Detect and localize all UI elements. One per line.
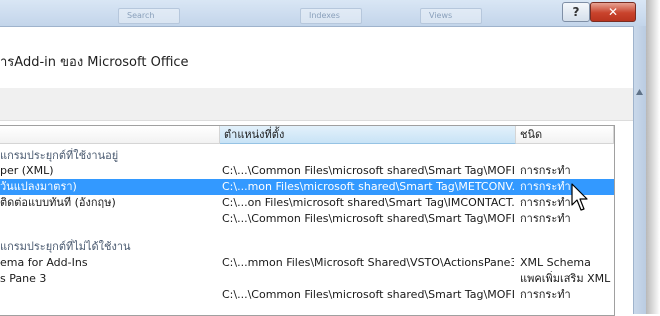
list-item-selected[interactable]: วันแปลงมาตรา) C:\...mon Files\microsoft … xyxy=(0,179,614,195)
dialog-content: ารAdd-in ของ Microsoft Office ตำแหน่งที่… xyxy=(0,27,633,316)
close-button[interactable]: ✕ xyxy=(590,2,636,22)
addin-name xyxy=(0,211,218,227)
addin-type: การกระทำ xyxy=(520,196,571,209)
addin-location: C:\...on Files\microsoft shared\Smart Ta… xyxy=(222,196,514,209)
column-header-location[interactable]: ตำแหน่งที่ตั้ง xyxy=(220,126,516,144)
scroll-up-arrow-icon[interactable] xyxy=(636,89,643,95)
group-label: แกรมประยุกต์ที่ไม่ได้ใช้งาน xyxy=(0,240,131,253)
window-shadow xyxy=(646,0,660,314)
addin-location: C:\...\Common Files\microsoft shared\Sma… xyxy=(222,212,514,225)
group-label: แกรมประยุกต์ที่ใช้งานอยู่ xyxy=(0,149,119,162)
addin-name: ema for Add-Ins xyxy=(0,256,88,269)
addin-location: C:\...\Common Files\microsoft shared\Sma… xyxy=(222,288,514,301)
addin-name: วันแปลงมาตรา) xyxy=(0,180,77,193)
list-item[interactable]: C:\...\Common Files\microsoft shared\Sma… xyxy=(0,211,614,227)
list-item[interactable]: ติดต่อแบบทันที (อังกฤษ) C:\...on Files\m… xyxy=(0,195,614,211)
toolbar-strip xyxy=(0,88,633,121)
addin-type: การกระทำ xyxy=(520,212,571,225)
list-item[interactable]: ema for Add-Ins C:\...mmon Files\Microso… xyxy=(0,255,614,271)
background-tab-search: Search xyxy=(118,8,180,24)
list-item[interactable]: C:\...\Common Files\microsoft shared\Sma… xyxy=(0,287,614,303)
list-item[interactable]: s Pane 3 แพคเพิ่มเสริม XML xyxy=(0,271,614,287)
addin-name: per (XML) xyxy=(0,164,54,177)
list-item[interactable]: per (XML) C:\...\Common Files\microsoft … xyxy=(0,163,614,179)
addins-list[interactable]: ตำแหน่งที่ตั้ง ชนิด แกรมประยุกต์ที่ใช้งา… xyxy=(0,125,615,316)
addin-location: C:\...mmon Files\Microsoft Shared\VSTO\A… xyxy=(222,256,514,269)
column-header-name[interactable] xyxy=(0,126,220,144)
mouse-pointer-icon xyxy=(571,183,588,211)
addin-name: ติดต่อแบบทันที (อังกฤษ) xyxy=(0,196,116,209)
addin-location: C:\...mon Files\microsoft shared\Smart T… xyxy=(222,180,514,193)
addin-type: การกระทำ xyxy=(520,164,571,177)
window-scrollbar[interactable] xyxy=(633,65,646,314)
close-icon: ✕ xyxy=(607,5,619,19)
addin-location xyxy=(222,271,514,287)
addin-type: แพคเพิ่มเสริม XML xyxy=(520,272,611,285)
help-icon: ? xyxy=(572,5,580,19)
list-group-header: แกรมประยุกต์ที่ไม่ได้ใช้งาน xyxy=(0,239,614,255)
window-titlebar: Search Indexes Views ? ✕ xyxy=(0,0,646,27)
list-group-header: แกรมประยุกต์ที่ใช้งานอยู่ xyxy=(0,148,614,164)
addin-type: XML Schema xyxy=(520,256,591,269)
addin-type: การกระทำ xyxy=(520,288,571,301)
addin-name xyxy=(0,287,218,303)
background-tab-indexes: Indexes xyxy=(300,8,362,24)
column-header-type[interactable]: ชนิด xyxy=(516,126,614,144)
addin-location: C:\...\Common Files\microsoft shared\Sma… xyxy=(222,164,514,177)
page-title: ารAdd-in ของ Microsoft Office xyxy=(0,55,189,70)
addin-type: การกระทำ xyxy=(520,180,571,193)
background-tab-views: Views xyxy=(420,8,482,24)
addin-name: s Pane 3 xyxy=(0,272,47,285)
help-button[interactable]: ? xyxy=(562,2,590,22)
